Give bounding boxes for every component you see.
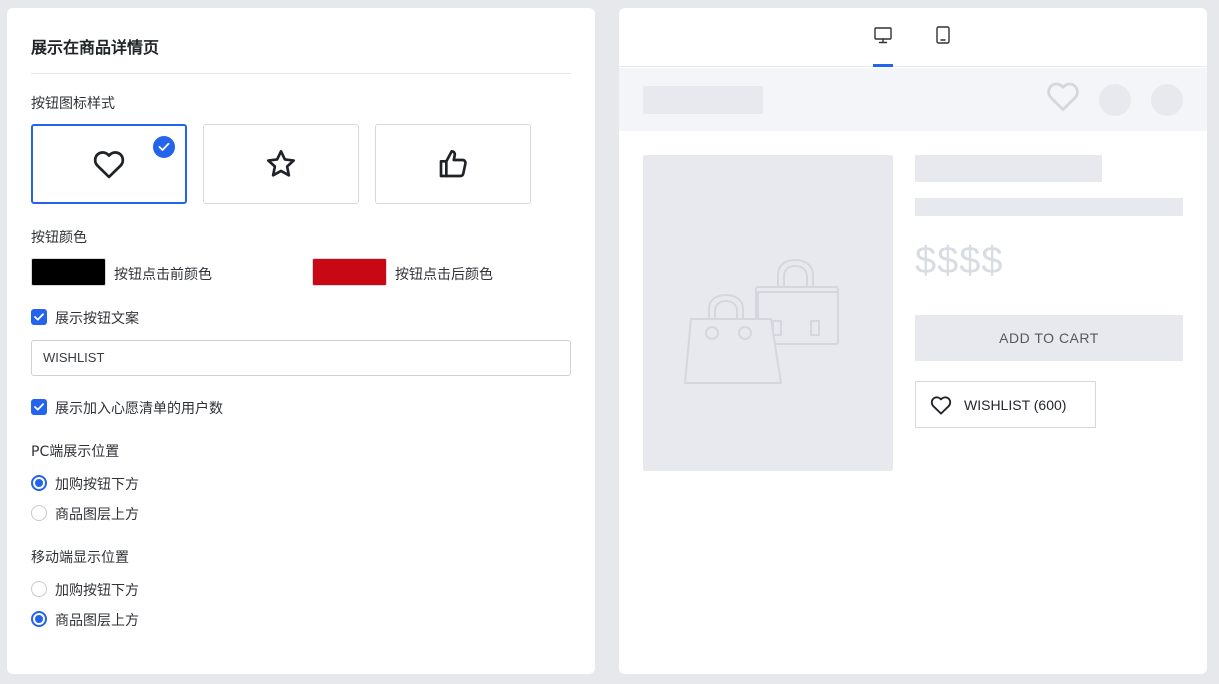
pc-radio-above-image-label: 商品图层上方 [55, 507, 139, 523]
mobile-radio-below-cart[interactable] [31, 581, 47, 597]
desktop-icon [874, 26, 892, 43]
button-color-label: 按钮颜色 [31, 230, 87, 246]
color-before-label: 按钮点击前颜色 [114, 267, 212, 283]
product-price: $$$$ [915, 240, 1004, 282]
settings-title: 展示在商品详情页 [31, 38, 160, 57]
settings-panel: 展示在商品详情页 按钮图标样式 按钮颜色 按钮点击前颜色 按钮点击后颜色 展示按… [7, 8, 595, 674]
tab-desktop[interactable] [872, 24, 894, 46]
device-tabbar [619, 8, 1207, 67]
button-text-input[interactable]: WISHLIST [31, 340, 571, 376]
color-after-swatch[interactable] [312, 258, 387, 286]
checkmark-icon [34, 403, 44, 411]
icon-style-label: 按钮图标样式 [31, 96, 115, 112]
pc-radio-below-cart-label: 加购按钮下方 [55, 477, 139, 493]
pc-radio-above-image[interactable] [31, 505, 47, 521]
header-icon-placeholder [1151, 84, 1183, 116]
product-image-placeholder [643, 155, 893, 471]
tab-tablet[interactable] [932, 24, 954, 46]
wishlist-button[interactable]: WISHLIST (600) [915, 381, 1096, 428]
thumbs-up-icon [439, 150, 467, 178]
active-tab-indicator [873, 64, 893, 67]
product-subtitle-placeholder [915, 198, 1183, 216]
mobile-position-label: 移动端显示位置 [31, 550, 129, 566]
mobile-radio-below-cart-label: 加购按钮下方 [55, 583, 139, 599]
checkmark-icon [34, 313, 44, 321]
shopping-bags-icon [684, 259, 839, 384]
icon-option-thumbs-up[interactable] [375, 124, 531, 204]
wishlist-button-label: WISHLIST (600) [964, 396, 1067, 413]
show-text-checkbox[interactable] [31, 309, 47, 325]
icon-option-star[interactable] [203, 124, 359, 204]
pc-position-label: PC端展示位置 [31, 444, 120, 460]
tablet-icon [936, 26, 950, 44]
title-divider [31, 73, 571, 74]
show-count-checkbox[interactable] [31, 399, 47, 415]
show-text-label: 展示按钮文案 [55, 311, 139, 327]
header-heart-icon [1047, 82, 1079, 111]
heart-icon [93, 151, 125, 179]
show-count-label: 展示加入心愿清单的用户数 [55, 401, 223, 417]
color-after-label: 按钮点击后颜色 [395, 267, 493, 283]
icon-option-heart[interactable] [31, 124, 187, 204]
pc-radio-below-cart[interactable] [31, 475, 47, 491]
selected-check-icon [153, 136, 175, 158]
store-logo-placeholder [643, 86, 763, 114]
mobile-radio-above-image[interactable] [31, 611, 47, 627]
star-icon [267, 150, 295, 177]
add-to-cart-button[interactable]: ADD TO CART [915, 315, 1183, 361]
preview-header-strip [619, 68, 1207, 131]
header-icon-placeholder [1099, 84, 1131, 116]
heart-icon [930, 395, 952, 415]
mobile-radio-above-image-label: 商品图层上方 [55, 613, 139, 629]
preview-panel: $$$$ ADD TO CART WISHLIST (600) [619, 8, 1207, 674]
product-title-placeholder [915, 155, 1102, 182]
color-before-swatch[interactable] [31, 258, 106, 286]
